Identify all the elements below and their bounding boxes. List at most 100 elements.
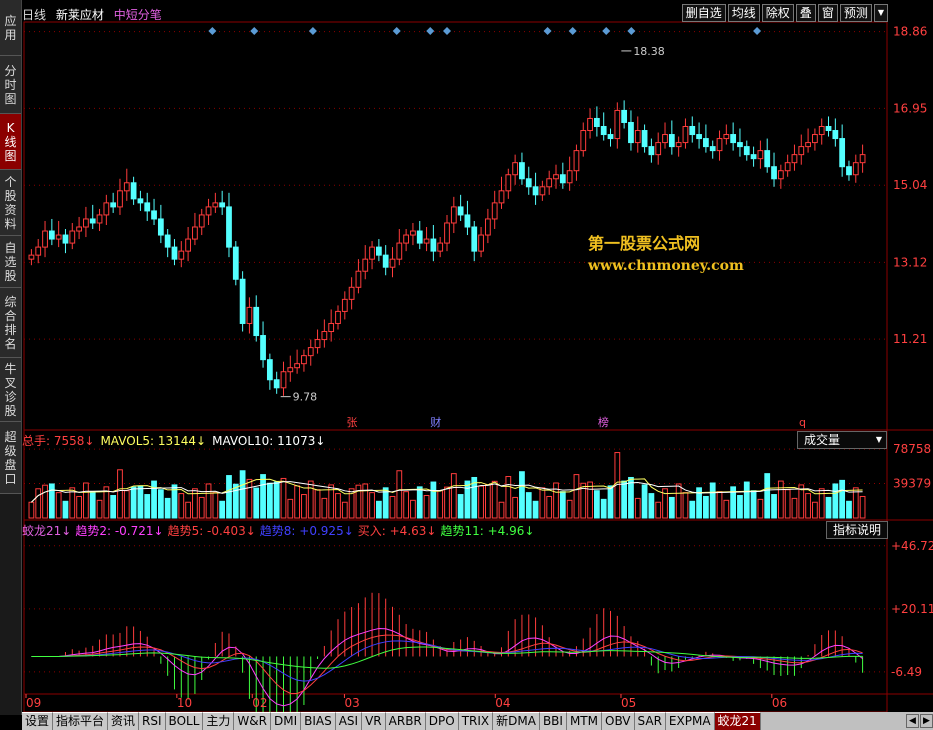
candle-body [723,134,730,140]
candle-body [335,310,341,324]
candle-body [416,230,423,244]
x-tick-label-5: 05 [621,696,636,710]
bottom-tab-19[interactable]: EXPMA [665,712,715,730]
candle-body [491,202,498,220]
sidebar-tab-7[interactable]: 超级盘口 [0,422,21,494]
tab-next-icon[interactable]: ▶ [920,714,933,728]
volume-bar [600,498,607,519]
bottom-tab-3[interactable]: RSI [139,712,166,730]
sidebar-tab-char: 用 [4,27,17,42]
bottom-tab-8[interactable]: BIAS [301,712,336,730]
bottom-tab-10[interactable]: VR [362,712,386,730]
volume-bar [416,486,423,519]
volume-bar [825,496,832,519]
sidebar-tab-1[interactable]: 分时图 [0,56,21,114]
sidebar-tab-char: 盘 [4,457,17,472]
bottom-tab-13[interactable]: TRIX [458,712,494,730]
candle-body [130,182,137,200]
volume-bar [307,480,314,519]
sidebar-tab-6[interactable]: 牛叉诊股 [0,358,21,422]
toolbar-button-2[interactable]: 除权 [761,4,794,22]
bottom-tab-12[interactable]: DPO [425,712,459,730]
bottom-tab-9[interactable]: ASI [335,712,363,730]
volume-selector[interactable]: 成交量 ▼ [797,431,887,449]
toolbar-button-0[interactable]: 删自选 [681,4,726,22]
volume-bar [689,500,696,519]
candle-body [655,142,662,156]
candle-body [185,238,191,252]
legend-item-0: 蛟龙21↓ [22,524,72,538]
bottom-tab-15[interactable]: BBI [539,712,567,730]
bottom-tab-0[interactable]: 设置 [22,712,54,730]
volume-bar [321,497,328,519]
candle-body [28,254,35,260]
candle-body [832,130,839,140]
bottom-tab-14[interactable]: 新DMA [493,712,540,730]
candle-body [110,202,117,208]
low-label: 9.78 [293,391,318,404]
period-label[interactable]: 日线 [22,8,46,22]
bottom-tab-18[interactable]: SAR [634,712,666,730]
diamond-marker-icon [543,27,552,35]
sidebar-tab-char: K [6,120,15,135]
tab-prev-icon[interactable]: ◀ [906,714,919,728]
sidebar-tab-char: 自 [4,240,17,255]
bottom-tab-1[interactable]: 指标平台 [53,712,109,730]
sidebar-tab-4[interactable]: 自选股 [0,236,21,288]
bottom-tab-17[interactable]: OBV [602,712,635,730]
volume-bar [280,477,287,519]
chart-area[interactable]: 18.86 16.95 15.04 13.12 11.21 18.38 9.78 张 财 榜 q 78… [0,0,933,712]
toolbar-button-5[interactable]: 预测 [839,4,872,22]
volume-bar [450,473,457,519]
candle-body [437,242,444,252]
indicator-trend-line-2 [31,640,863,682]
volume-bar [185,501,191,519]
candle-body [805,142,811,148]
volume-bar [62,500,69,519]
diamond-marker-icon [753,27,762,35]
volume-bar [668,496,675,519]
volume-bar [491,480,498,519]
volume-bar [123,490,130,519]
volume-bar [812,501,818,519]
volume-bar [198,496,205,519]
volume-bar [294,485,300,519]
candle-body [737,142,743,148]
bottom-tab-20[interactable]: 蛟龙21 [714,712,761,730]
toolbar-button-4[interactable]: 窗 [817,4,838,22]
toolbar-button-3[interactable]: 叠 [795,4,816,22]
candle-body [553,174,559,180]
sidebar-tab-5[interactable]: 综合排名 [0,288,21,358]
volume-bar [634,497,641,519]
candle-body [253,306,260,337]
candle-body [614,109,621,140]
toolbar-buttons: 删自选 均线 除权叠窗预测 ▼ [680,4,888,22]
toolbar-button-1[interactable]: 均线 [727,4,760,22]
volume-bar [205,483,212,519]
sidebar-tab-3[interactable]: 个股资料 [0,170,21,236]
volume-bar [505,476,512,519]
bottom-tab-4[interactable]: BOLL [165,712,204,730]
bottom-tab-11[interactable]: ARBR [385,712,426,730]
candle-body [600,126,607,136]
volume-bar [362,483,369,519]
sidebar-tab-2[interactable]: K线图 [0,114,21,170]
bottom-tab-6[interactable]: W&R [234,712,271,730]
mode-label[interactable]: 中短分笔 [114,8,162,22]
bottom-tab-7[interactable]: DMI [270,712,302,730]
candle-body [280,371,287,389]
bottom-tab-16[interactable]: MTM [566,712,602,730]
candle-body [546,178,553,188]
candle-body [730,134,737,144]
sidebar-tab-0[interactable]: 应用 [0,0,21,56]
bottom-tab-5[interactable]: 主力 [203,712,235,730]
volume-bar [709,482,716,519]
triangle-down-icon[interactable]: ▼ [873,4,888,22]
volume-bar [430,481,437,519]
indicator-explain-button[interactable]: 指标说明 [826,521,889,539]
volume-bar [648,493,655,519]
bottom-tab-2[interactable]: 资讯 [108,712,140,730]
candle-body [743,146,750,156]
diamond-marker-icon [208,27,217,35]
volume-bar [539,487,546,519]
